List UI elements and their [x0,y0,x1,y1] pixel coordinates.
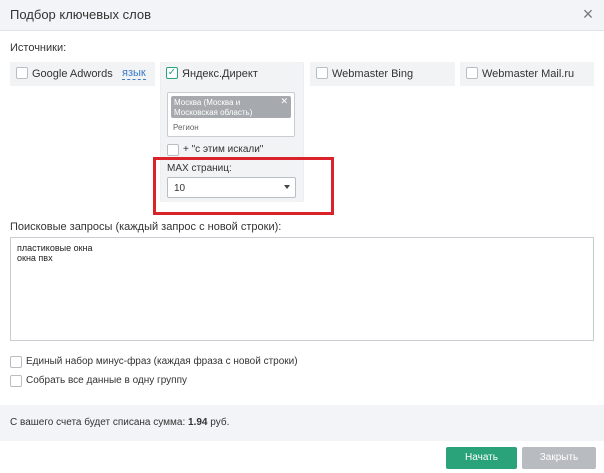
source-webmaster-mailru[interactable]: Webmaster Mail.ru [460,62,594,86]
webmaster-mailru-checkbox[interactable] [466,67,478,79]
minus-phrases-checkbox[interactable] [10,356,22,368]
minus-phrases-label: Единый набор минус-фраз (каждая фраза с … [26,356,298,367]
remove-region-icon[interactable]: ✕ [280,96,288,106]
charge-amount: 1.94 [188,417,208,428]
source-google-adwords[interactable]: Google Adwords язык [10,62,155,86]
charge-info-bar: С вашего счета будет списана сумма: 1.94… [0,405,604,441]
region-placeholder: Регион [173,123,199,132]
close-icon[interactable]: × [580,5,596,23]
source-webmaster-bing[interactable]: Webmaster Bing [310,62,455,86]
region-tag-label: Москва (Москва и Московская область) [174,98,253,117]
google-adwords-label: Google Adwords [32,68,113,80]
queries-label: Поисковые запросы (каждый запрос с новой… [10,221,282,233]
queries-textarea[interactable]: пластиковые окна окна пвх [10,237,594,341]
webmaster-bing-label: Webmaster Bing [332,68,414,80]
charge-currency: руб. [210,417,230,428]
webmaster-bing-checkbox[interactable] [316,67,328,79]
one-group-checkbox[interactable] [10,375,22,387]
dialog-title: Подбор ключевых слов [10,7,152,22]
language-link[interactable]: язык [122,68,146,80]
dialog-header: Подбор ключевых слов × [0,0,604,31]
region-tag: Москва (Москва и Московская область) ✕ [171,96,291,118]
charge-text: С вашего счета будет списана сумма: [10,417,186,428]
charge-info: С вашего счета будет списана сумма: 1.94… [10,417,229,428]
max-pages-label: MAX страниц: [167,163,232,174]
start-button[interactable]: Начать [446,447,517,469]
max-pages-select[interactable]: 10 [167,177,296,198]
webmaster-mailru-label: Webmaster Mail.ru [482,68,575,80]
region-input[interactable]: Москва (Москва и Московская область) ✕ Р… [167,92,295,137]
source-yandex-direct[interactable]: ✓ Яндекс.Директ [160,62,304,86]
google-adwords-checkbox[interactable] [16,67,28,79]
keyword-selection-dialog: Подбор ключевых слов × Источники: Google… [0,0,604,473]
sources-label: Источники: [10,42,67,54]
also-searched-label: + "с этим искали" [183,144,264,155]
close-button[interactable]: Закрыть [522,447,596,469]
one-group-label: Собрать все данные в одну группу [26,375,187,386]
also-searched-checkbox[interactable] [167,144,179,156]
yandex-direct-checkbox[interactable]: ✓ [166,67,178,79]
yandex-direct-label: Яндекс.Директ [182,68,258,80]
chevron-down-icon [284,185,290,189]
max-pages-value: 10 [174,183,186,194]
